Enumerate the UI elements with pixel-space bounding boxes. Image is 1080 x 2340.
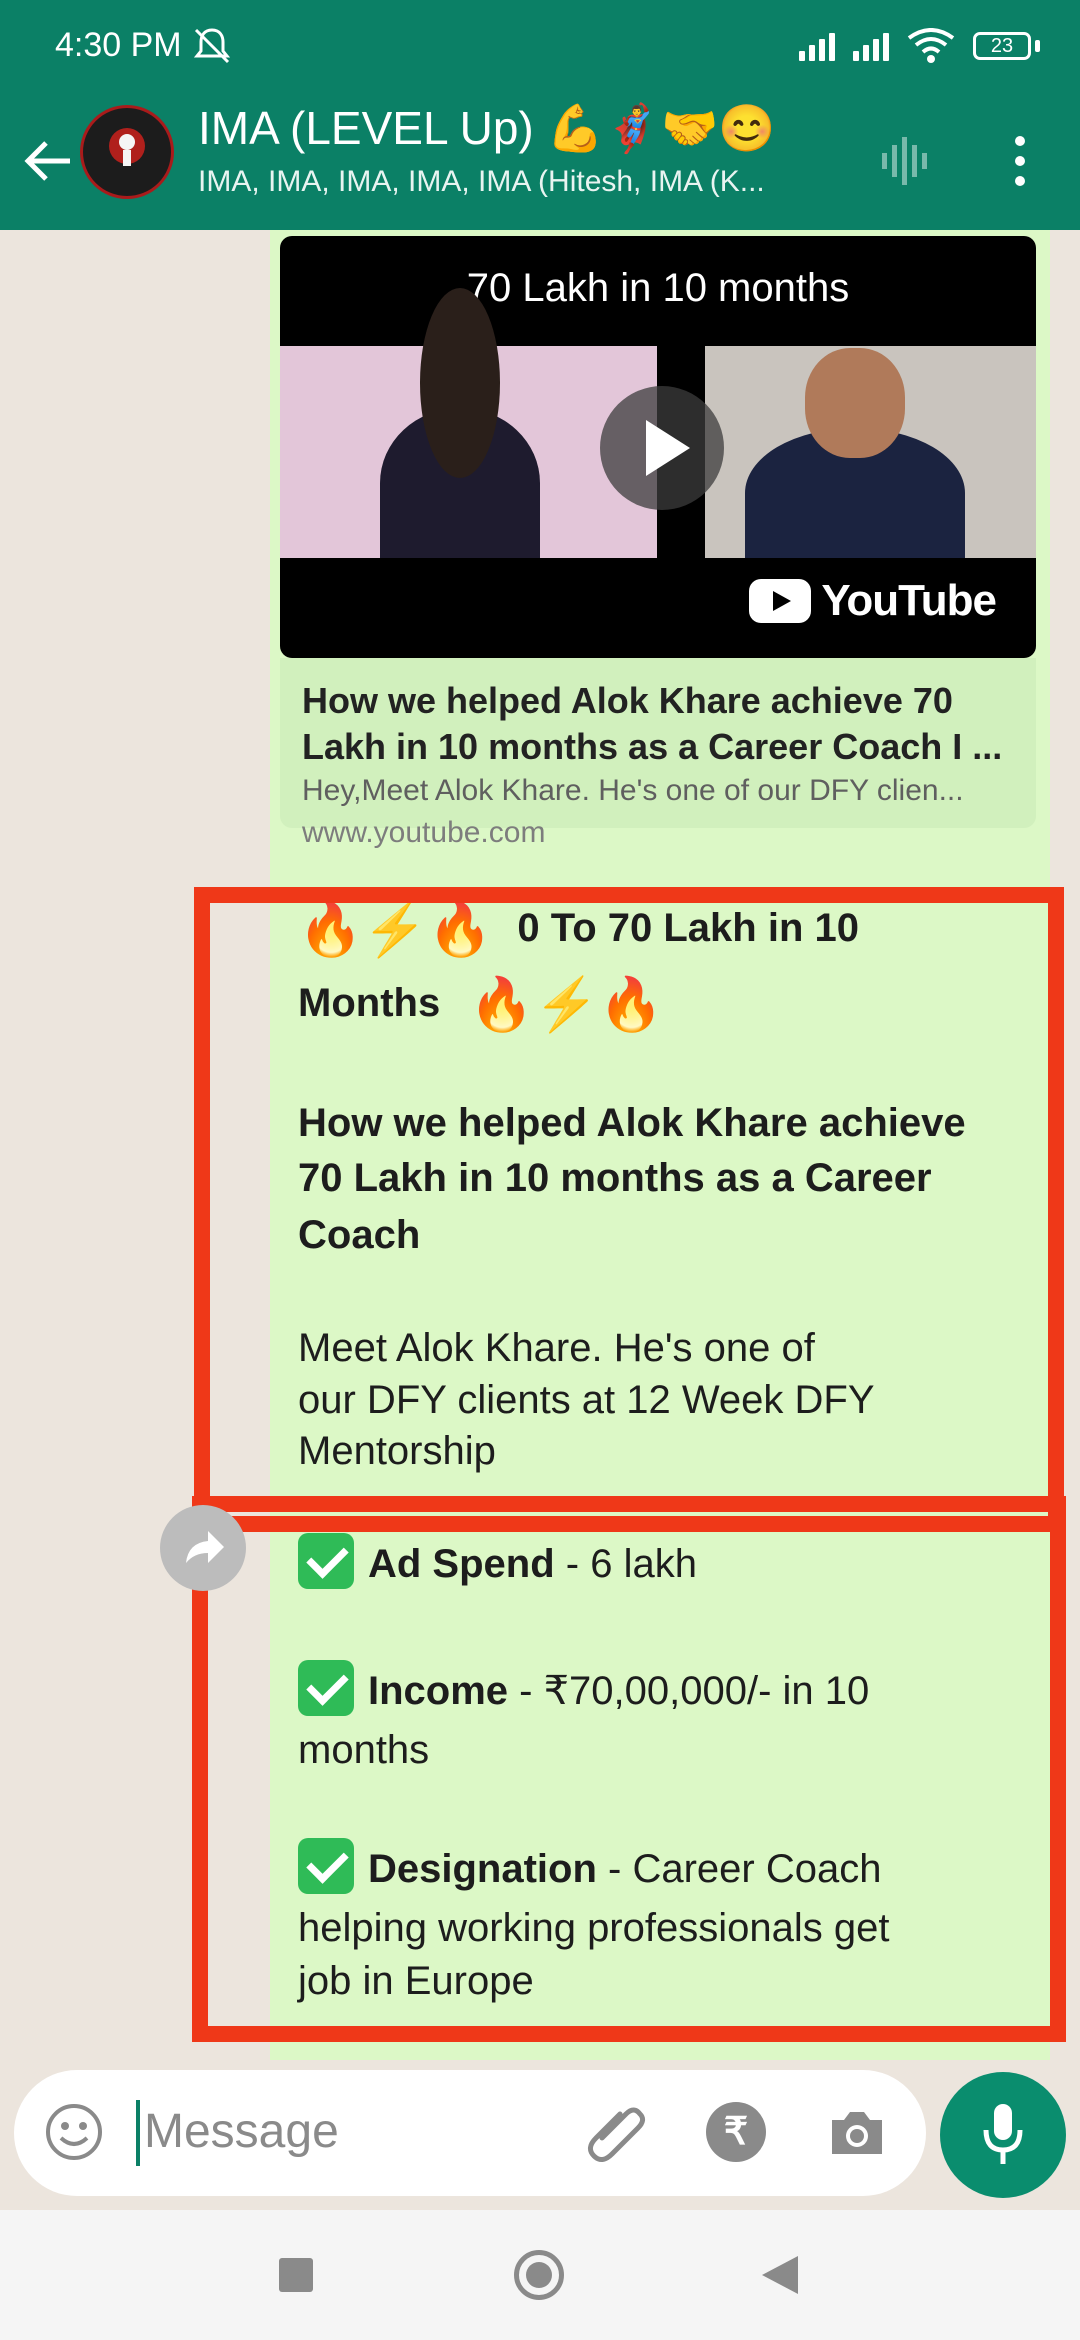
voice-chat-icon[interactable] bbox=[880, 133, 932, 189]
chat-area[interactable]: 70 Lakh in 10 months YouTube How we help… bbox=[0, 230, 1080, 2060]
battery-tip bbox=[1035, 40, 1040, 52]
highlight-box-headline bbox=[194, 887, 1064, 1532]
attach-icon[interactable] bbox=[582, 2098, 652, 2168]
video-thumbnail[interactable]: 70 Lakh in 10 months YouTube bbox=[280, 236, 1036, 658]
payment-icon[interactable]: ₹ bbox=[706, 2102, 766, 2162]
highlight-box-details bbox=[192, 1496, 1066, 2042]
system-nav-bar bbox=[0, 2210, 1080, 2340]
back-arrow-icon[interactable] bbox=[20, 133, 76, 189]
forward-button[interactable] bbox=[160, 1505, 246, 1591]
chat-header[interactable]: IMA (LEVEL Up) 💪🦸‍♂️🤝😊 IMA, IMA, IMA, IM… bbox=[0, 95, 1080, 230]
link-description: Hey,Meet Alok Khare. He's one of our DFY… bbox=[302, 774, 964, 807]
voice-message-button[interactable] bbox=[940, 2072, 1066, 2198]
link-title[interactable]: How we helped Alok Khare achieve 70 Lakh… bbox=[302, 678, 1022, 770]
more-options-icon[interactable] bbox=[1002, 131, 1038, 191]
battery-icon: 23 bbox=[973, 32, 1031, 60]
forward-icon bbox=[186, 1531, 224, 1563]
home-button[interactable] bbox=[514, 2250, 564, 2300]
status-icons: 23 bbox=[799, 28, 1040, 64]
recent-apps-button[interactable] bbox=[279, 2258, 313, 2292]
message-placeholder[interactable]: Message bbox=[144, 2104, 339, 2159]
mute-notifications-icon bbox=[193, 28, 231, 64]
status-bar: 4:30 PM 23 bbox=[0, 0, 1080, 95]
youtube-logo: YouTube bbox=[749, 576, 997, 626]
wifi-icon bbox=[907, 28, 955, 63]
status-time: 4:30 PM bbox=[55, 26, 182, 64]
youtube-wordmark: YouTube bbox=[821, 576, 997, 625]
system-back-button[interactable] bbox=[762, 2256, 798, 2294]
video-title: 70 Lakh in 10 months bbox=[466, 266, 850, 310]
text-cursor bbox=[136, 2100, 140, 2166]
message-input[interactable]: Message ₹ bbox=[14, 2070, 926, 2196]
signal-icon bbox=[799, 31, 835, 61]
link-preview[interactable]: How we helped Alok Khare achieve 70 Lakh… bbox=[280, 658, 1036, 849]
chat-title[interactable]: IMA (LEVEL Up) 💪🦸‍♂️🤝😊 bbox=[198, 101, 776, 156]
camera-icon[interactable] bbox=[826, 2102, 888, 2162]
group-avatar[interactable] bbox=[80, 105, 174, 199]
play-icon[interactable] bbox=[600, 386, 724, 510]
signal-icon-2 bbox=[853, 31, 889, 61]
link-domain: www.youtube.com bbox=[302, 816, 546, 849]
app-bar: 4:30 PM 23 bbox=[0, 0, 1080, 230]
microphone-icon bbox=[983, 2104, 1023, 2164]
avenger-logo-icon bbox=[109, 128, 145, 166]
input-bar: Message ₹ bbox=[0, 2060, 1080, 2210]
chat-participants[interactable]: IMA, IMA, IMA, IMA, IMA (Hitesh, IMA (K.… bbox=[198, 165, 848, 199]
youtube-play-icon bbox=[749, 579, 812, 623]
emoji-icon[interactable] bbox=[44, 2102, 104, 2162]
video-frame-right bbox=[705, 346, 1036, 558]
